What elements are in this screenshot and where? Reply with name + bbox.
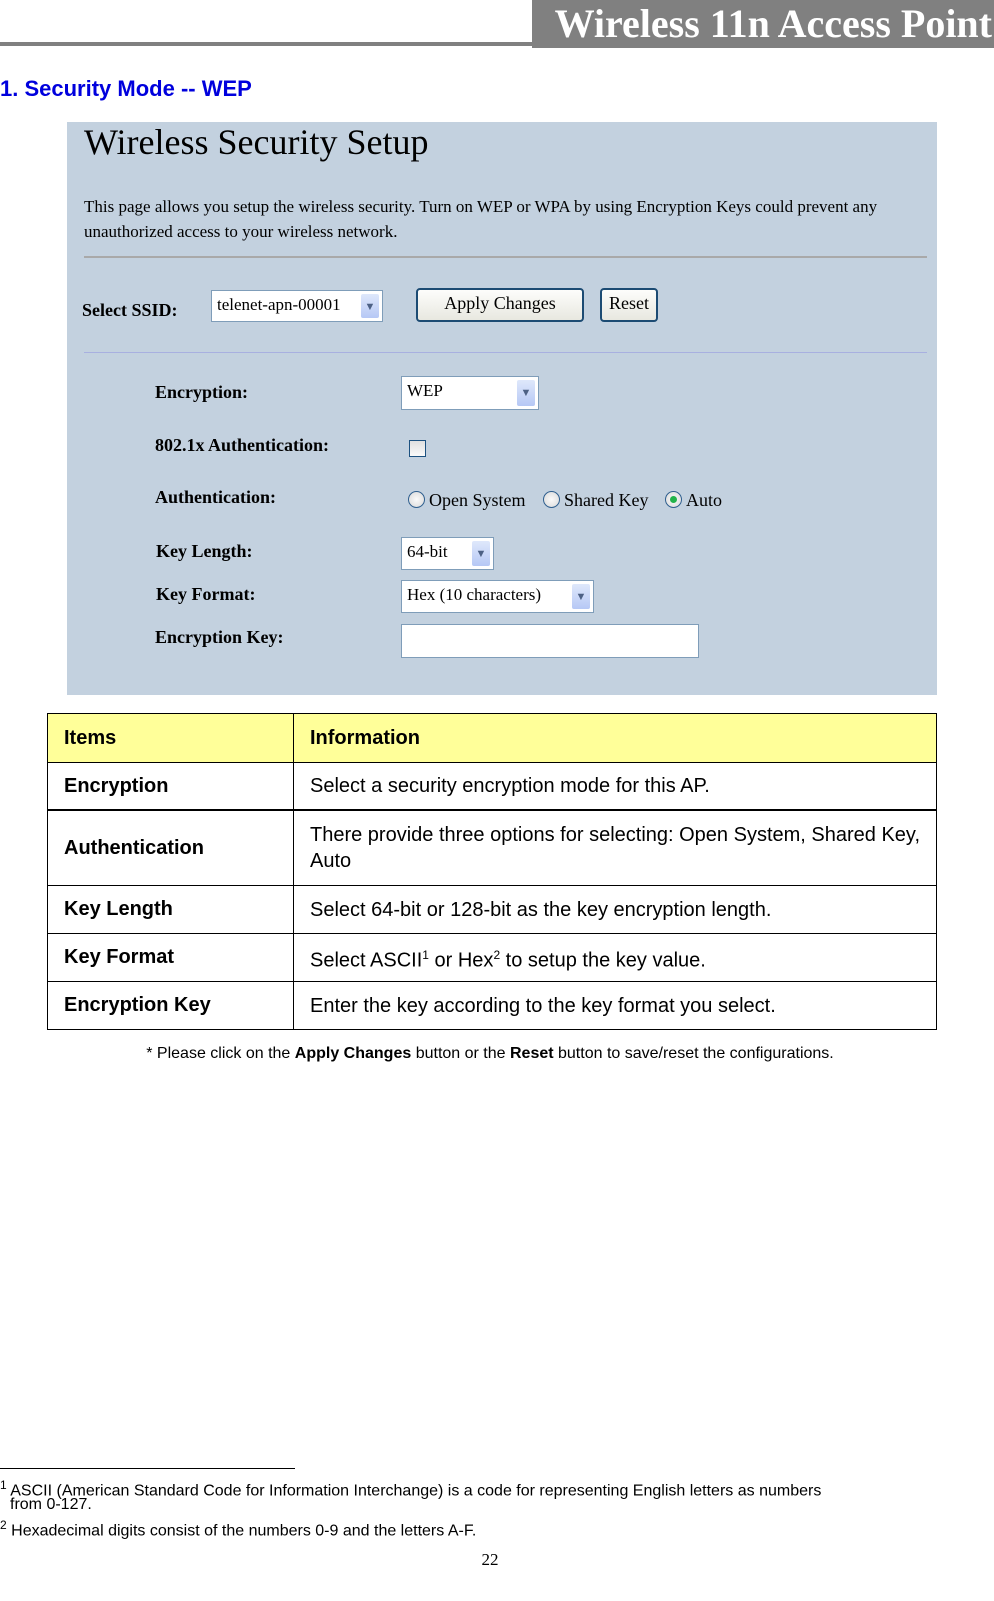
radio-shared-key[interactable] [543,491,560,508]
footnote-1: 1 ASCII (American Standard Code for Info… [0,1475,821,1501]
panel-title: Wireless Security Setup [84,122,429,162]
key-length-select[interactable]: 64-bit ▼ [401,537,494,570]
header-items: Items [47,713,294,763]
key-length-value: 64-bit [407,542,448,561]
ssid-label: Select SSID: [82,300,178,320]
row-item: Key Length [47,885,294,934]
footnote-mark: 1 [0,1478,7,1492]
dot1x-checkbox[interactable] [409,440,426,457]
row-info: Select ASCII1 or Hex2 to setup the key v… [293,933,937,982]
row-info: Select 64-bit or 128-bit as the key encr… [293,885,937,934]
header-information: Information [293,713,937,763]
key-format-value: Hex (10 characters) [407,585,542,604]
table-row: Key Format Select ASCII1 or Hex2 to setu… [47,933,937,982]
row-item: Encryption [47,762,294,811]
table-header-row: Items Information [47,713,937,763]
panel-description: This page allows you setup the wireless … [84,197,878,241]
wireless-security-screenshot: Wireless Security Setup This page allows… [67,122,937,695]
row-info: Enter the key according to the key forma… [293,981,937,1030]
row-info: There provide three options for selectin… [293,809,937,886]
open-system-label: Open System [429,490,526,510]
encryption-key-input[interactable] [401,624,699,658]
key-length-label: Key Length: [156,541,253,561]
note-text: * Please click on the [146,1045,295,1062]
key-format-select[interactable]: Hex (10 characters) ▼ [401,580,594,613]
footnote-2: 2 Hexadecimal digits consist of the numb… [0,1515,476,1541]
ssid-value: telenet-apn-00001 [217,295,341,314]
chevron-down-icon: ▼ [517,380,535,406]
divider [84,352,927,353]
encryption-value: WEP [407,381,443,400]
footnote-text: ASCII (American Standard Code for Inform… [10,1482,822,1500]
key-format-label: Key Format: [156,584,256,604]
chevron-down-icon: ▼ [361,294,379,318]
note-apply: Apply Changes [294,1045,412,1062]
table-row: Key Length Select 64-bit or 128-bit as t… [47,885,937,934]
radio-auto[interactable] [665,491,682,508]
info-text: or Hex [428,949,494,972]
chevron-down-icon: ▼ [572,584,590,609]
encryption-select[interactable]: WEP ▼ [401,376,539,410]
table-row: Encryption Key Enter the key according t… [47,981,937,1030]
row-item: Key Format [47,933,294,982]
reset-button[interactable]: Reset [600,288,658,322]
header-rule [0,42,532,46]
info-text: to setup the key value. [500,949,706,972]
encryption-key-label: Encryption Key: [155,627,284,647]
info-text: Select ASCII [310,949,423,972]
chevron-down-icon: ▼ [472,541,490,566]
table-row: Encryption Select a security encryption … [47,762,937,811]
header-title: Wireless 11n Access Point [532,0,994,48]
footnote-text: Hexadecimal digits consist of the number… [11,1522,477,1540]
encryption-label: Encryption: [155,382,249,402]
auto-label: Auto [686,490,722,510]
row-info: Select a security encryption mode for th… [293,762,937,811]
row-item: Encryption Key [47,981,294,1030]
shared-key-label: Shared Key [564,490,649,510]
authentication-label: Authentication: [155,487,276,507]
page-number: 22 [481,1550,499,1569]
info-table: Items Information Encryption Select a se… [47,713,937,1030]
note-text: button or the [411,1045,510,1062]
divider [84,256,927,258]
apply-note: * Please click on the Apply Changes butt… [0,1045,980,1063]
footnote-ref-1: 1 [422,947,429,962]
dot1x-label: 802.1x Authentication: [155,435,330,455]
row-item: Authentication [47,809,294,886]
apply-changes-button[interactable]: Apply Changes [416,288,584,322]
footnote-1-cont: from 0-127. [10,1496,92,1513]
section-title: 1. Security Mode -- WEP [0,76,252,101]
note-reset: Reset [509,1045,554,1062]
footnote-mark: 2 [0,1518,7,1532]
footnote-rule [0,1468,295,1469]
note-text: button to save/reset the configurations. [553,1045,834,1062]
ssid-select[interactable]: telenet-apn-00001 ▼ [211,290,383,322]
table-row: Authentication There provide three optio… [47,809,937,886]
radio-open-system[interactable] [408,491,425,508]
